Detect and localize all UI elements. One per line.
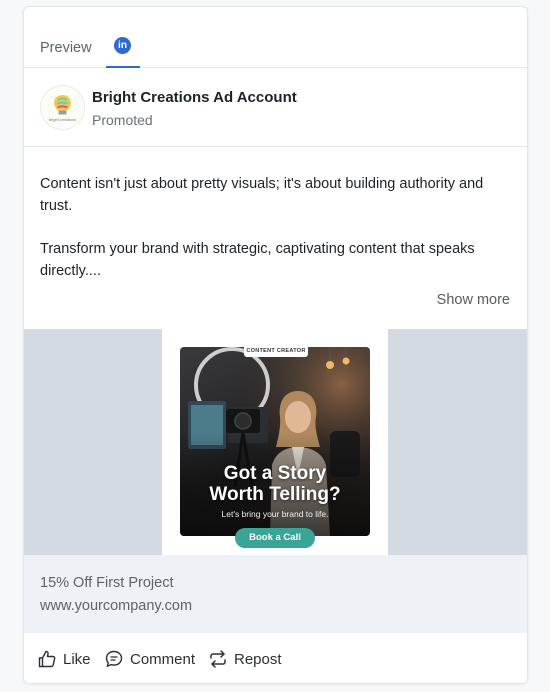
svg-text:bright creations: bright creations bbox=[49, 117, 76, 122]
account-name[interactable]: Bright Creations Ad Account bbox=[92, 89, 297, 106]
studio-photo-illustration bbox=[180, 347, 370, 536]
tab-preview-label: Preview bbox=[40, 40, 92, 56]
comment-button[interactable]: Comment bbox=[104, 648, 195, 670]
preview-tabs: Preview in bbox=[24, 7, 527, 68]
like-button[interactable]: Like bbox=[37, 648, 91, 670]
linkedin-icon: in bbox=[114, 37, 131, 54]
offer-headline[interactable]: 15% Off First Project bbox=[40, 575, 174, 591]
post-text: Content isn't just about pretty visuals;… bbox=[40, 173, 510, 282]
headline-line-2: Worth Telling? bbox=[209, 484, 341, 505]
ad-link-strip[interactable]: 15% Off First Project www.yourcompany.co… bbox=[24, 555, 527, 633]
comment-icon bbox=[105, 650, 123, 667]
book-a-call-button[interactable]: Book a Call bbox=[235, 528, 315, 548]
creative-headline: Got a Story Worth Telling? bbox=[180, 463, 370, 505]
like-label: Like bbox=[63, 650, 91, 668]
repost-label: Repost bbox=[234, 650, 282, 668]
content-creator-tag: CONTENT CREATOR bbox=[244, 347, 308, 357]
linkedin-ad-preview-card: Preview in bright creations Bright Creat… bbox=[23, 6, 528, 684]
promoted-label: Promoted bbox=[92, 112, 153, 128]
repost-icon bbox=[210, 650, 226, 668]
headline-line-1: Got a Story bbox=[223, 463, 327, 484]
show-more-button[interactable]: Show more bbox=[437, 292, 510, 308]
destination-url[interactable]: www.yourcompany.com bbox=[40, 598, 192, 614]
account-avatar[interactable]: bright creations bbox=[40, 85, 85, 130]
lightbulb-logo-icon: bright creations bbox=[41, 86, 84, 129]
social-actions-bar: Like Comment Repost bbox=[24, 633, 527, 683]
creator-photo: CONTENT CREATOR Got a Story Worth Tellin… bbox=[180, 347, 370, 536]
post-paragraph-2: Transform your brand with strategic, cap… bbox=[40, 241, 475, 279]
post-header: bright creations Bright Creations Ad Acc… bbox=[24, 68, 527, 147]
thumbs-up-icon bbox=[38, 650, 56, 668]
post-paragraph-1: Content isn't just about pretty visuals;… bbox=[40, 176, 484, 214]
ad-creative-image[interactable]: CONTENT CREATOR Got a Story Worth Tellin… bbox=[162, 329, 388, 555]
tab-linkedin[interactable]: in bbox=[106, 29, 140, 68]
comment-label: Comment bbox=[130, 650, 196, 668]
repost-button[interactable]: Repost bbox=[208, 648, 282, 670]
ad-media[interactable]: CONTENT CREATOR Got a Story Worth Tellin… bbox=[24, 329, 527, 555]
creative-subline: Let's bring your brand to life. bbox=[221, 509, 329, 519]
